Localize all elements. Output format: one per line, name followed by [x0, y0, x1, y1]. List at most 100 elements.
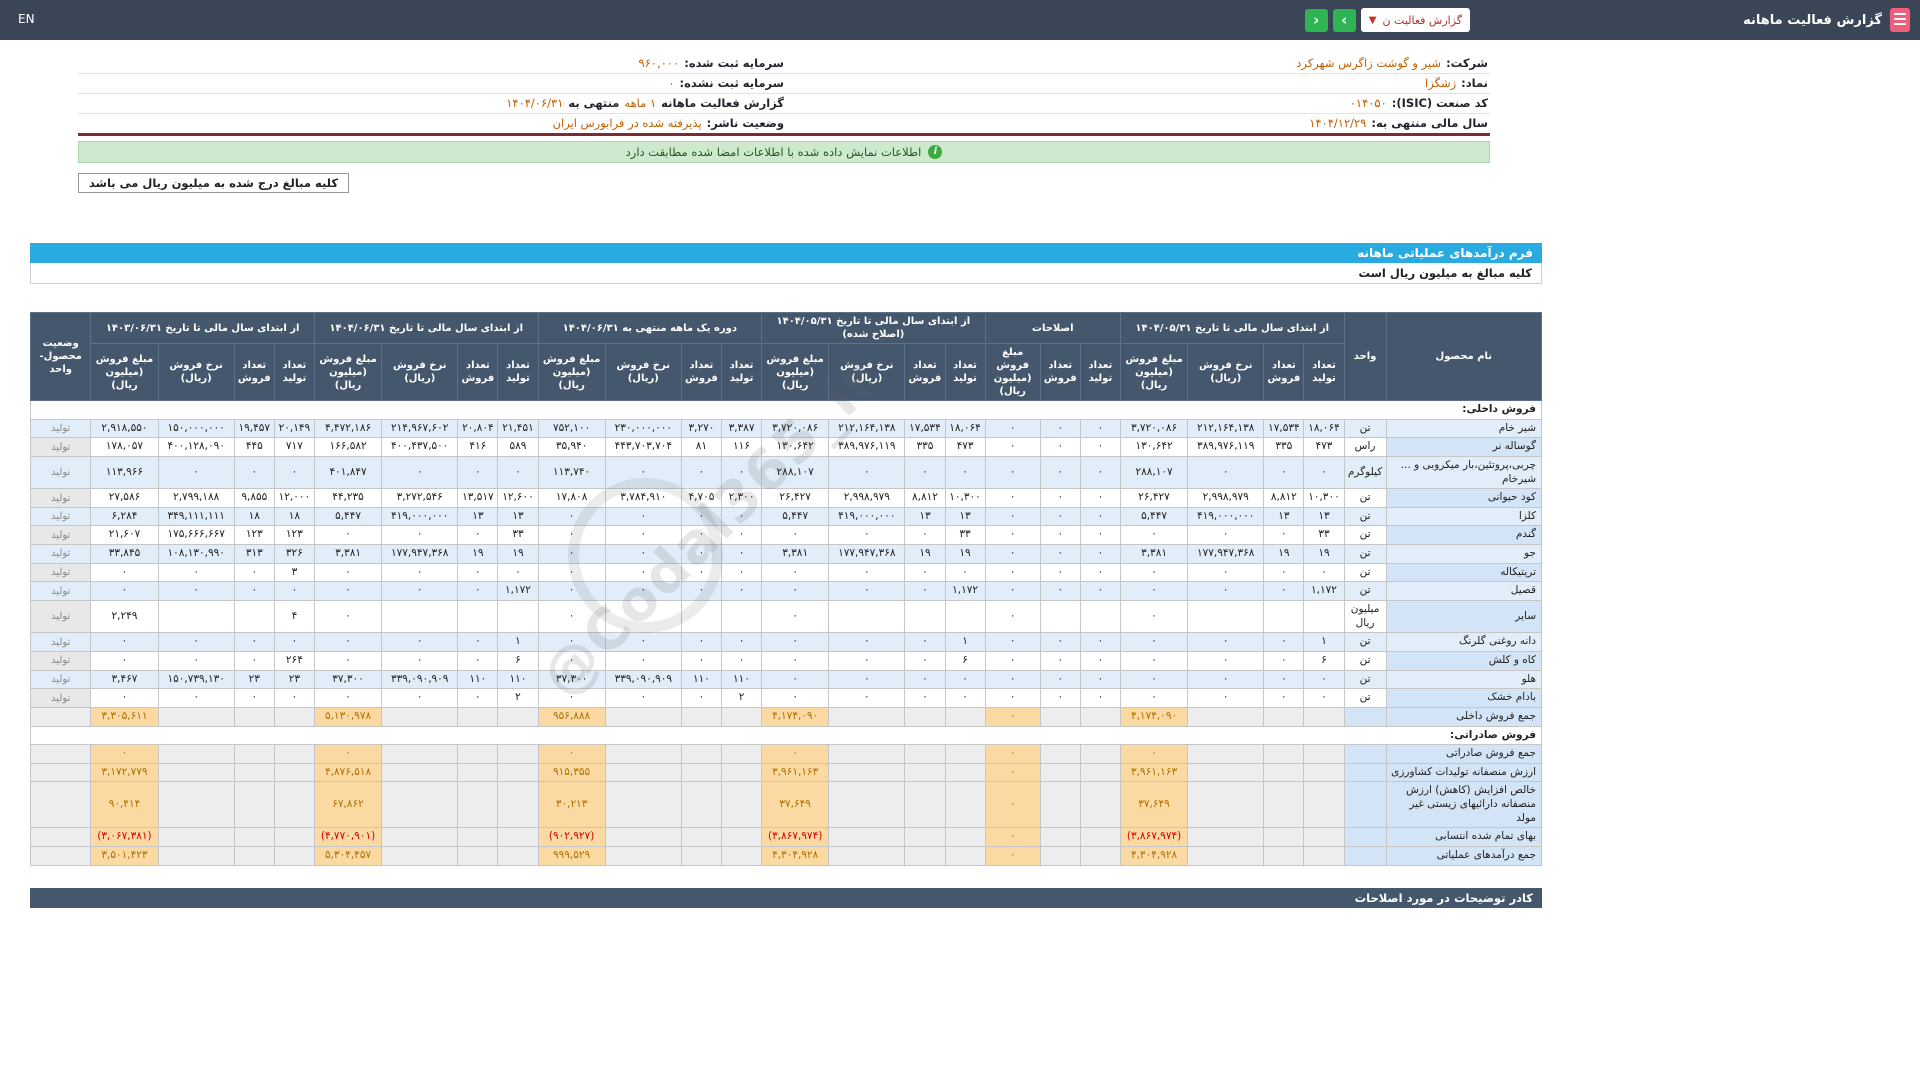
info-value: ۰ [668, 76, 675, 90]
total-unit [1343, 762, 1387, 783]
num-cell: ۴۷۳ [944, 437, 986, 457]
gray-cell [233, 706, 275, 727]
gray-cell [1079, 706, 1121, 727]
num-cell: ۰ [233, 632, 275, 652]
num-cell: ۳,۳۸۱ [761, 544, 830, 564]
num-cell: ۳,۳۸۷ [720, 418, 763, 439]
amount-cell: ۳,۹۶۱,۱۶۳ [1119, 762, 1189, 783]
num-cell: ۳۷,۳۰۰ [537, 669, 606, 690]
num-cell: ۱۱۰ [720, 669, 763, 690]
product-row: کاه و کلش تن ۶ ۰ ۰ ۰ ۰ ۰ ۰ ۶ ۰ ۰ ۰ ۰ ۰ ۰ ۰ ۶ ۰ ۰ ۰ ۲۶۴ ۰ ۰ ۰ تولی… [29, 650, 1543, 671]
num-cell: ۰ [1039, 418, 1081, 439]
num-cell: ۴۴,۲۳۵ [313, 488, 383, 508]
num-cell: ۰ [720, 632, 763, 652]
num-cell: ۱۳ [904, 506, 946, 527]
num-cell: ۶ [1303, 650, 1345, 671]
gray-cell [233, 744, 275, 764]
num-cell: ۰ [904, 688, 946, 708]
sub-header: تعداد فروش [1039, 343, 1081, 401]
num-cell: ۰ [1079, 506, 1121, 527]
status-cell: تولید [29, 688, 92, 708]
info-label: سرمایه ثبت شده: [684, 56, 784, 70]
total-row: جمع فروش داخلی ۴,۱۷۴,۰۹۰ ۰ ۴,۱۷۴,۰۹۰ ۹۵۶,۸۸۸… [29, 706, 1543, 727]
gray-cell [828, 781, 906, 829]
num-cell: ۰ [1119, 632, 1189, 652]
num-cell: ۰ [904, 525, 946, 546]
num-cell: ۲,۲۴۹ [90, 600, 159, 634]
amount-cell: ۵,۳۰۴,۴۵۷ [313, 846, 383, 866]
num-cell: ۰ [984, 506, 1041, 527]
num-cell: ۰ [680, 688, 722, 708]
chevron-left-icon: ‹ [1313, 10, 1320, 29]
total-unit [1343, 706, 1387, 727]
num-cell: ۳۳ [497, 525, 539, 546]
num-cell: ۵۸۹ [497, 437, 539, 457]
num-cell: ۰ [157, 688, 235, 708]
unit-cell: تن [1343, 506, 1387, 527]
num-cell: ۰ [497, 562, 539, 583]
product-row: کود حیوانی تن ۱۰,۳۰۰ ۸,۸۱۲ ۲,۹۹۸,۹۷۹ ۲۶,۴۲۷ ۰ ۰… [29, 488, 1543, 508]
group-header-prev-year: از ابتدای سال مالی تا تاریخ ۱۴۰۳/۰۶/۳۱ [90, 312, 315, 344]
total-unit [1343, 781, 1387, 829]
revenue-table: نام محصول واحد از ابتدای سال مالی تا تار… [29, 312, 1543, 866]
nav-forward-button[interactable]: › [1332, 8, 1356, 32]
gray-cell [1303, 827, 1345, 848]
language-toggle[interactable]: EN [18, 12, 35, 26]
num-cell: ۰ [1039, 632, 1081, 652]
num-cell: ۲,۹۱۸,۵۵۰ [90, 418, 159, 439]
amount-cell: ۰ [984, 846, 1041, 866]
gray-cell [904, 781, 946, 829]
num-cell: ۰ [1039, 581, 1081, 602]
gray-cell [457, 744, 499, 764]
total-label: جمع فروش داخلی [1385, 706, 1543, 727]
num-cell: ۲۶۴ [273, 650, 315, 671]
nav-back-button[interactable]: ‹ [1304, 8, 1328, 32]
num-cell: ۰ [537, 562, 606, 583]
gray-cell [1079, 762, 1121, 783]
amount-cell: ۳۷,۶۴۹ [1119, 781, 1189, 829]
report-type-dropdown[interactable]: گزارش فعالیت ن ▼ [1360, 8, 1470, 32]
num-cell: ۳,۴۶۷ [90, 669, 159, 690]
num-cell: ۰ [157, 562, 235, 583]
num-cell: ۴,۷۰۵ [680, 488, 722, 508]
num-cell: ۰ [1119, 562, 1189, 583]
num-cell: ۳,۷۲۰,۰۸۶ [761, 418, 830, 439]
num-cell [828, 600, 906, 634]
gray-cell [29, 827, 92, 848]
num-cell: ۰ [1079, 455, 1121, 490]
num-cell: ۲۰,۱۴۹ [273, 418, 315, 439]
amounts-note-wrap: کلیه مبالغ درج شده به میلیون ریال می باش… [78, 172, 1490, 193]
gray-cell [1039, 781, 1081, 829]
info-half: نماد: زشگزا [784, 76, 1488, 91]
num-cell [1187, 600, 1265, 634]
gray-cell [273, 827, 315, 848]
num-cell: ۱۳ [944, 506, 986, 527]
info-label: نماد: [1461, 76, 1488, 90]
gray-cell [944, 706, 986, 727]
status-cell: تولید [29, 581, 92, 602]
num-cell: ۰ [984, 600, 1041, 634]
num-cell: ۳۷,۳۰۰ [313, 669, 383, 690]
num-cell: ۷۵۲,۱۰۰ [537, 418, 606, 439]
gray-cell [1263, 781, 1305, 829]
status-cell: تولید [29, 562, 92, 583]
info-label: گزارش فعالیت ماهانه [661, 96, 784, 110]
sub-header: مبلغ فروش (میلیون ریال) [761, 343, 830, 401]
num-cell: ۱۸ [273, 506, 315, 527]
name-cell: بادام خشک [1385, 688, 1543, 708]
num-cell: ۶,۲۸۴ [90, 506, 159, 527]
num-cell: ۰ [761, 650, 830, 671]
sub-header: نرخ فروش (ریال) [381, 343, 459, 401]
num-cell: ۳۳ [1303, 525, 1345, 546]
status-cell: تولید [29, 437, 92, 457]
gray-cell [828, 744, 906, 764]
col-unit-header: واحد [1343, 312, 1387, 401]
num-cell: ۰ [720, 455, 763, 490]
num-cell: ۰ [604, 455, 682, 490]
info-icon: i [928, 145, 943, 159]
num-cell: ۰ [680, 650, 722, 671]
num-cell: ۰ [233, 455, 275, 490]
num-cell [680, 600, 722, 634]
num-cell: ۱,۱۷۲ [497, 581, 539, 602]
sub-header: مبلغ فروش (میلیون ریال) [313, 343, 383, 401]
